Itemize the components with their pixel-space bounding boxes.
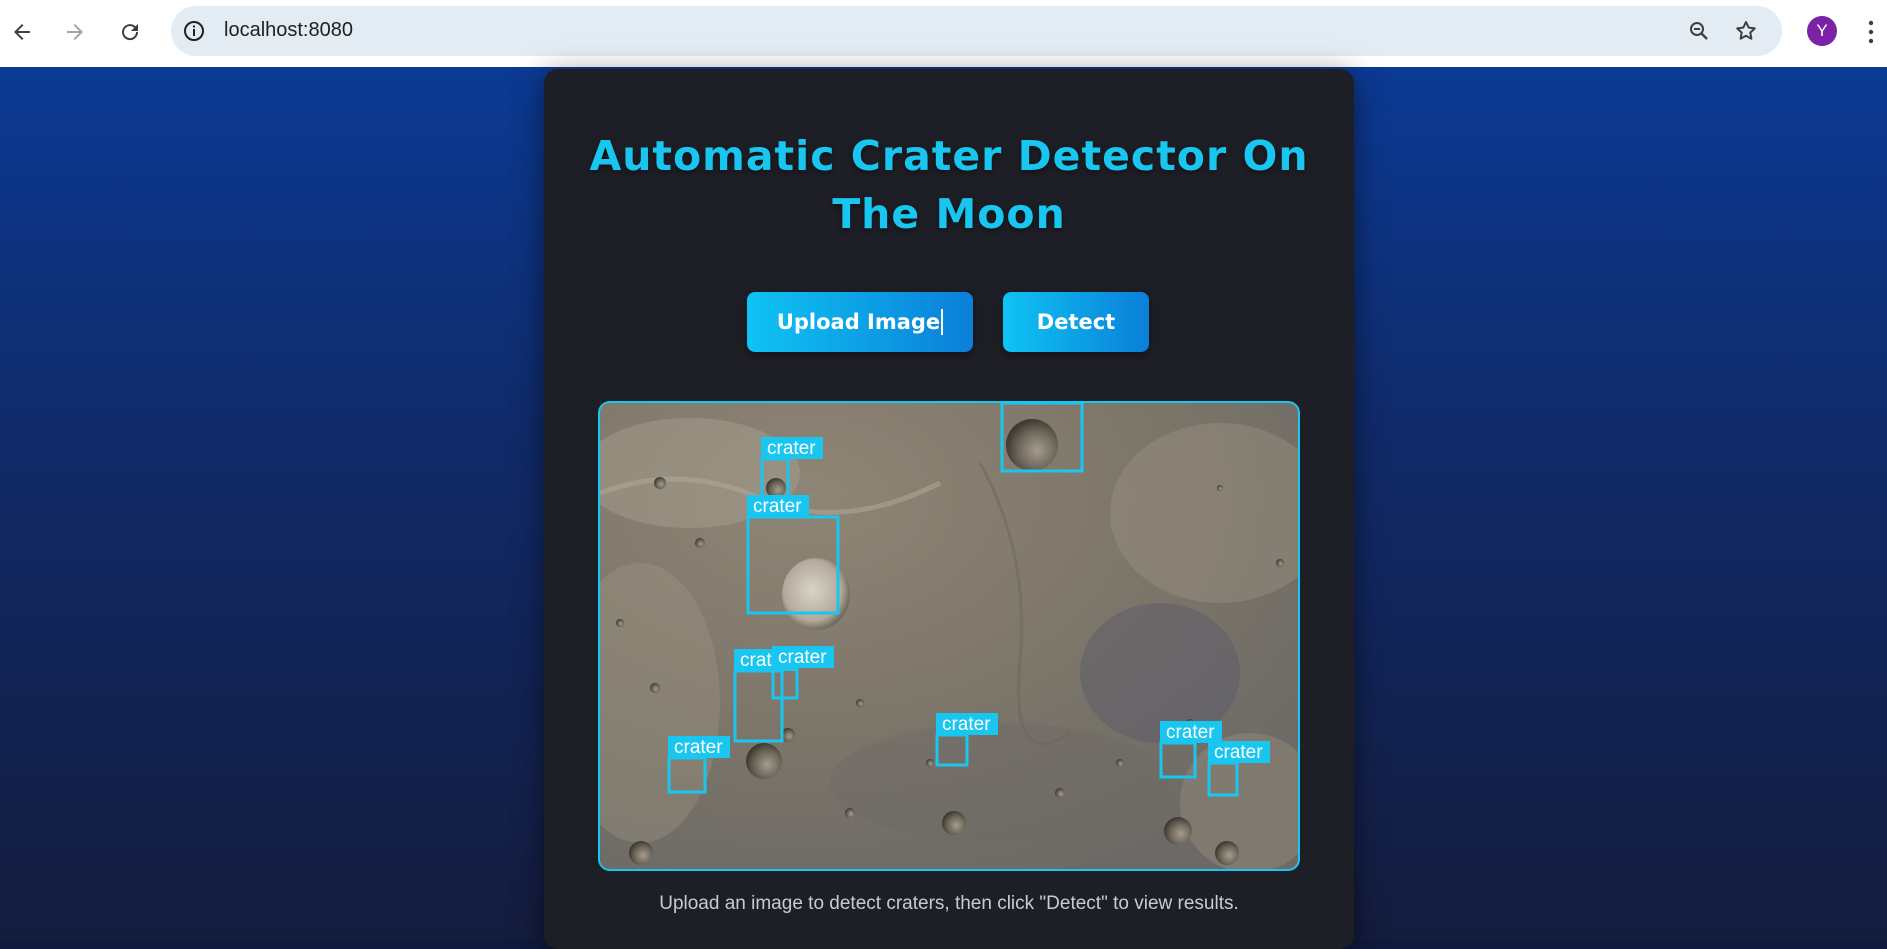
browser-toolbar: localhost:8080 Y <box>0 0 1887 67</box>
detect-label: Detect <box>1036 310 1116 334</box>
menu-kebab-icon[interactable] <box>1864 17 1878 47</box>
upload-image-button[interactable]: Upload Image <box>747 292 973 352</box>
page-title: Automatic Crater Detector On The Moon <box>544 127 1354 243</box>
instructions-caption: Upload an image to detect craters, then … <box>659 893 1239 914</box>
page-background: Automatic Crater Detector On The Moon Up… <box>0 67 1887 949</box>
detect-button[interactable]: Detect <box>1003 292 1149 352</box>
detection-label: crater <box>767 438 816 459</box>
forward-arrow-icon[interactable] <box>57 14 93 50</box>
zoom-icon[interactable] <box>1687 19 1711 47</box>
reload-icon[interactable] <box>112 14 148 50</box>
site-info-icon[interactable] <box>182 19 206 43</box>
title-line-2: The Moon <box>832 190 1066 238</box>
profile-avatar[interactable]: Y <box>1807 16 1837 46</box>
detection-label: crater <box>753 496 802 517</box>
text-cursor <box>941 309 944 335</box>
detection-label: crater <box>942 714 991 735</box>
back-arrow-icon[interactable] <box>4 14 40 50</box>
upload-image-label: Upload Image <box>776 310 941 334</box>
detection-label: crater <box>1214 742 1263 763</box>
detection-label: crater <box>674 737 723 758</box>
result-image-frame: crater crater crater crater crater crater crat… <box>598 401 1300 871</box>
title-line-1: Automatic Crater Detector On <box>589 132 1309 180</box>
moon-surface-image: cratercratercratercratercratercratercrat… <box>600 403 1298 869</box>
address-bar[interactable]: localhost:8080 <box>171 6 1782 56</box>
bookmark-star-icon[interactable] <box>1734 19 1758 47</box>
detector-card: Automatic Crater Detector On The Moon Up… <box>544 69 1354 949</box>
url-text[interactable]: localhost:8080 <box>224 19 353 42</box>
detection-label: crater <box>1166 722 1215 743</box>
detection-label: crater <box>778 647 827 668</box>
